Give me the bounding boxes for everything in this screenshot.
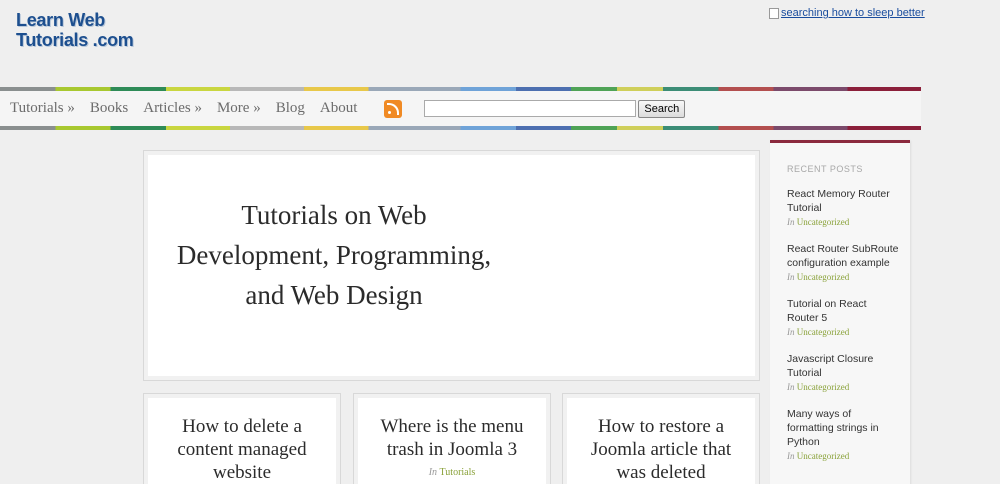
- recent-post-meta: In Uncategorized: [787, 325, 899, 339]
- recent-post-item: Many ways of formatting strings in Pytho…: [787, 407, 899, 463]
- recent-post-title[interactable]: React Memory Router Tutorial: [787, 187, 899, 215]
- header-stripe-bottom: [0, 126, 921, 130]
- article-card-title[interactable]: How to delete a content managed website: [144, 394, 340, 484]
- nav-item-more[interactable]: More »: [217, 100, 261, 117]
- hero-panel: Tutorials on Web Development, Programmin…: [143, 150, 760, 381]
- recent-post-category[interactable]: Uncategorized: [797, 217, 849, 227]
- recent-post-meta: In Uncategorized: [787, 449, 899, 463]
- recent-post-item: Tutorial on React Router 5 In Uncategori…: [787, 297, 899, 339]
- recent-post-title[interactable]: Javascript Closure Tutorial: [787, 352, 899, 380]
- article-card-title[interactable]: Where is the menu trash in Joomla 3: [354, 394, 550, 461]
- hero-title: Tutorials on Web Development, Programmin…: [176, 200, 492, 310]
- recent-post-meta-prefix: In: [787, 217, 795, 227]
- recent-post-title[interactable]: Tutorial on React Router 5: [787, 297, 899, 325]
- search-input[interactable]: [424, 100, 637, 117]
- logo-line-1: Learn Web: [16, 10, 105, 30]
- nav-item-articles[interactable]: Articles »: [143, 100, 202, 117]
- recent-post-item: Javascript Closure Tutorial In Uncategor…: [787, 352, 899, 394]
- recent-post-title[interactable]: React Router SubRoute configuration exam…: [787, 242, 899, 270]
- sidebar-heading: RECENT POSTS: [787, 164, 863, 174]
- search-button[interactable]: Search: [638, 99, 686, 118]
- broken-image-icon: [769, 7, 779, 19]
- recent-post-title[interactable]: Many ways of formatting strings in Pytho…: [787, 407, 899, 449]
- main-nav: Tutorials » Books Articles » More » Blog…: [0, 91, 921, 126]
- recent-post-meta-prefix: In: [787, 382, 795, 392]
- recent-post-meta: In Uncategorized: [787, 380, 899, 394]
- article-card-title[interactable]: How to restore a Joomla article that was…: [563, 394, 759, 484]
- recent-post-item: React Memory Router Tutorial In Uncatego…: [787, 187, 899, 229]
- article-meta-prefix: In: [428, 467, 438, 478]
- article-card[interactable]: How to delete a content managed website: [143, 393, 341, 484]
- recent-post-category[interactable]: Uncategorized: [797, 382, 849, 392]
- nav-item-books[interactable]: Books: [90, 100, 128, 117]
- recent-post-meta: In Uncategorized: [787, 270, 899, 284]
- recent-post-category[interactable]: Uncategorized: [797, 327, 849, 337]
- article-card[interactable]: Where is the menu trash in Joomla 3 In T…: [353, 393, 551, 484]
- article-category-link[interactable]: Tutorials: [440, 467, 476, 478]
- recent-post-meta-prefix: In: [787, 451, 795, 461]
- article-card-meta: In Tutorials: [354, 467, 550, 478]
- recent-post-meta-prefix: In: [787, 272, 795, 282]
- ad-image-link[interactable]: searching how to sleep better: [769, 7, 925, 19]
- nav-item-blog[interactable]: Blog: [276, 100, 305, 117]
- ad-link-text: searching how to sleep better: [781, 7, 925, 19]
- article-card[interactable]: How to restore a Joomla article that was…: [562, 393, 760, 484]
- nav-item-about[interactable]: About: [320, 100, 358, 117]
- nav-item-tutorials[interactable]: Tutorials »: [10, 100, 75, 117]
- recent-post-category[interactable]: Uncategorized: [797, 451, 849, 461]
- recent-post-item: React Router SubRoute configuration exam…: [787, 242, 899, 284]
- sidebar-recent-posts: RECENT POSTS React Memory Router Tutoria…: [770, 140, 910, 484]
- recent-post-meta-prefix: In: [787, 327, 795, 337]
- site-logo[interactable]: Learn Web Tutorials .com: [16, 10, 134, 50]
- rss-feed-icon[interactable]: [384, 99, 403, 118]
- logo-line-2: Tutorials .com: [16, 30, 134, 50]
- recent-post-category[interactable]: Uncategorized: [797, 272, 849, 282]
- recent-post-meta: In Uncategorized: [787, 215, 899, 229]
